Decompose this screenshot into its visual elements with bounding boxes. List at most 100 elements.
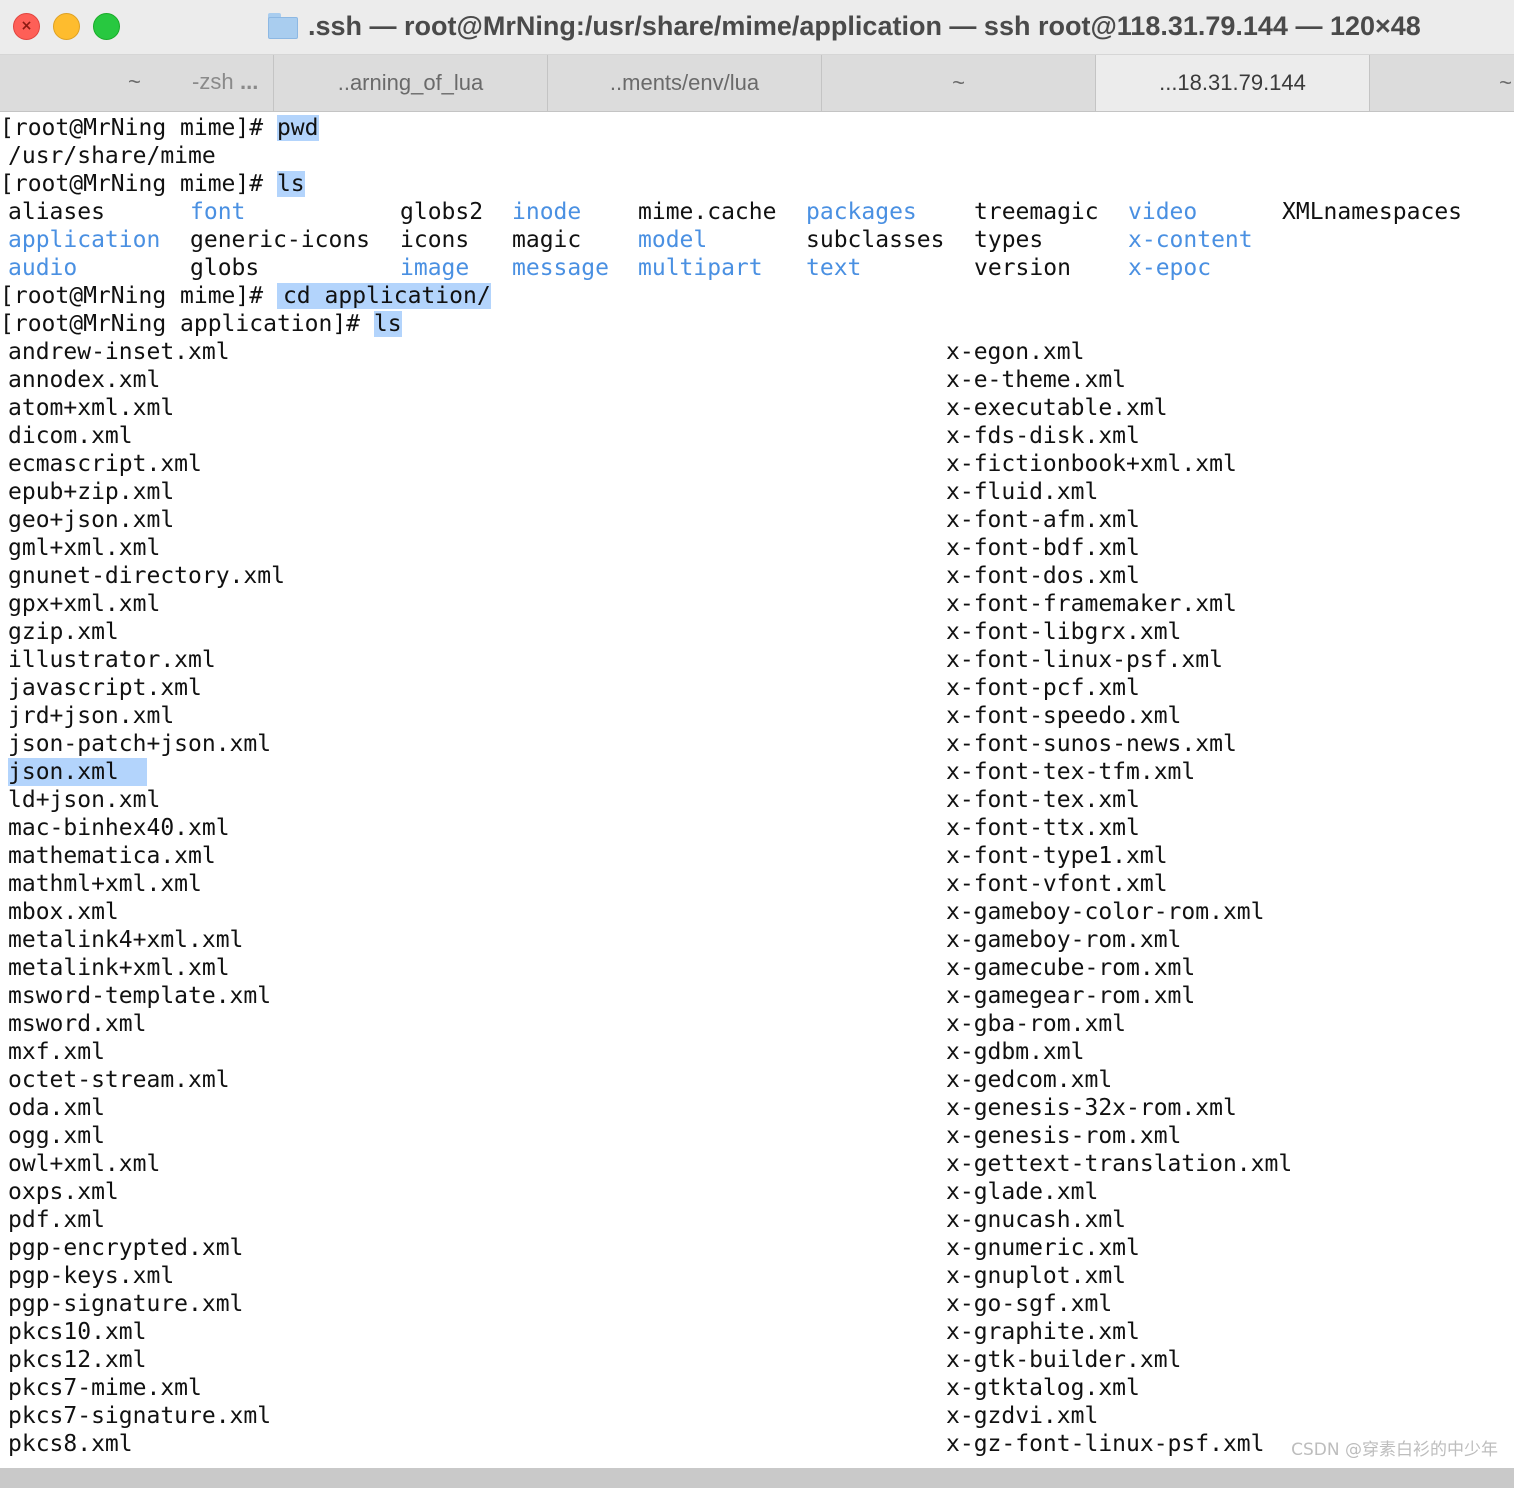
file-entry: ogg.xml (8, 1123, 105, 1149)
file-entry: x-font-afm.xml (946, 507, 1140, 533)
file-entry: x-gtk-builder.xml (946, 1347, 1182, 1373)
file-entry: geo+json.xml (8, 507, 175, 533)
window-title: .ssh — root@MrNing:/usr/share/mime/appli… (268, 8, 1421, 44)
file-entry: x-e-theme.xml (946, 367, 1127, 393)
command-line-pwd: [root@MrNing mime]# pwd (0, 114, 319, 142)
terminal-window: × .ssh — root@MrNing:/usr/share/mime/app… (0, 0, 1514, 1468)
file-entry: pgp-signature.xml (8, 1291, 244, 1317)
terminal-output[interactable]: [root@MrNing mime]# pwd /usr/share/mime … (0, 112, 1514, 1468)
close-button[interactable]: × (13, 13, 40, 40)
file-entry: x-gamegear-rom.xml (946, 983, 1196, 1009)
file-entry: msword-template.xml (8, 983, 272, 1009)
file-entry: x-gamecube-rom.xml (946, 955, 1196, 981)
command-text: ls (276, 171, 305, 197)
command-line-ls-application: [root@MrNing application]# ls (0, 310, 402, 338)
file-entry: x-fds-disk.xml (946, 423, 1140, 449)
directory-entry: font (190, 199, 246, 225)
file-entry: mathematica.xml (8, 843, 216, 869)
file-entry: epub+zip.xml (8, 479, 175, 505)
file-entry: oxps.xml (8, 1179, 119, 1205)
directory-entry: text (806, 255, 862, 281)
file-entry: pkcs7-mime.xml (8, 1375, 202, 1401)
directory-entry: video (1128, 199, 1198, 225)
directory-entry: inode (512, 199, 582, 225)
file-entry: x-gzdvi.xml (946, 1403, 1099, 1429)
file-entry: owl+xml.xml (8, 1151, 161, 1177)
tab-overflow: ... (240, 69, 259, 94)
directory-entry: x-epoc (1128, 255, 1212, 281)
file-entry: globs (190, 255, 260, 281)
file-entry: x-gba-rom.xml (946, 1011, 1127, 1037)
file-entry: x-font-framemaker.xml (946, 591, 1237, 617)
tab-zsh[interactable]: ~ -zsh ... (0, 55, 274, 111)
directory-entry: image (400, 255, 470, 281)
command-text: ls (373, 311, 402, 337)
file-entry: x-font-tex.xml (946, 787, 1140, 813)
file-entry: gml+xml.xml (8, 535, 161, 561)
file-entry: gpx+xml.xml (8, 591, 161, 617)
file-entry: aliases (8, 199, 105, 225)
title-bar[interactable]: × .ssh — root@MrNing:/usr/share/mime/app… (0, 0, 1514, 55)
file-entry: ecmascript.xml (8, 451, 202, 477)
file-entry: XMLnamespaces (1282, 199, 1463, 225)
file-entry: pdf.xml (8, 1207, 105, 1233)
file-entry: subclasses (806, 227, 945, 253)
file-entry: x-font-sunos-news.xml (946, 731, 1237, 757)
command-line-ls: [root@MrNing mime]# ls (0, 170, 305, 198)
file-entry: x-go-sgf.xml (946, 1291, 1113, 1317)
file-entry: andrew-inset.xml (8, 339, 230, 365)
file-entry: pgp-keys.xml (8, 1263, 175, 1289)
tab-label: ..arning_of_lua (337, 70, 484, 95)
file-entry: mathml+xml.xml (8, 871, 202, 897)
file-entry: x-genesis-rom.xml (946, 1123, 1182, 1149)
file-entry: pkcs8.xml (8, 1431, 133, 1457)
command-text: pwd (276, 115, 319, 141)
file-entry: gnunet-directory.xml (8, 563, 285, 589)
prompt: [root@MrNing mime]# (0, 115, 277, 141)
file-entry: illustrator.xml (8, 647, 216, 673)
tab-home[interactable]: ~ (822, 55, 1096, 111)
tab-ssh-active[interactable]: ...18.31.79.144 (1096, 55, 1370, 111)
tab-label: ~ (128, 69, 141, 94)
file-entry: pkcs7-signature.xml (8, 1403, 272, 1429)
file-entry: magic (512, 227, 582, 253)
tab-env-lua[interactable]: ..ments/env/lua (548, 55, 822, 111)
file-entry: x-font-pcf.xml (946, 675, 1140, 701)
tab-label: ~ (952, 70, 965, 95)
file-entry: x-gedcom.xml (946, 1067, 1113, 1093)
file-entry: dicom.xml (8, 423, 133, 449)
tab-learning-of-lua[interactable]: ..arning_of_lua (274, 55, 548, 111)
file-entry: pgp-encrypted.xml (8, 1235, 244, 1261)
tab-bar: ~ -zsh ... ..arning_of_lua ..ments/env/l… (0, 55, 1514, 112)
file-entry: x-gtktalog.xml (946, 1375, 1140, 1401)
tab-label: ~ (1499, 70, 1512, 95)
tab-home-2[interactable]: ~ (1370, 55, 1514, 111)
file-entry: x-gameboy-color-rom.xml (946, 899, 1265, 925)
tab-label: ...18.31.79.144 (1159, 70, 1306, 95)
file-entry: x-font-bdf.xml (946, 535, 1140, 561)
file-entry: pkcs12.xml (8, 1347, 147, 1373)
file-entry: generic-icons (190, 227, 371, 253)
file-entry: octet-stream.xml (8, 1067, 230, 1093)
zoom-button[interactable] (93, 13, 120, 40)
window-title-text: .ssh — root@MrNing:/usr/share/mime/appli… (308, 10, 1421, 41)
file-entry: x-font-linux-psf.xml (946, 647, 1223, 673)
directory-entry: multipart (638, 255, 763, 281)
file-entry: annodex.xml (8, 367, 161, 393)
file-entry: treemagic (974, 199, 1099, 225)
tab-sublabel: -zsh (192, 69, 234, 94)
file-entry: x-gnumeric.xml (946, 1235, 1140, 1261)
file-entry: mac-binhex40.xml (8, 815, 230, 841)
prompt: [root@MrNing mime]# (0, 283, 277, 309)
file-entry: x-font-vfont.xml (946, 871, 1168, 897)
file-entry: x-fluid.xml (946, 479, 1099, 505)
command-text: cd application/ (276, 283, 491, 309)
close-icon: × (20, 18, 33, 34)
output-line: /usr/share/mime (8, 143, 216, 169)
file-entry: types (974, 227, 1044, 253)
selected-file-entry: json.xml (8, 758, 147, 786)
file-entry: x-font-type1.xml (946, 843, 1168, 869)
minimize-button[interactable] (53, 13, 80, 40)
file-entry: mime.cache (638, 199, 777, 225)
file-entry: x-executable.xml (946, 395, 1168, 421)
